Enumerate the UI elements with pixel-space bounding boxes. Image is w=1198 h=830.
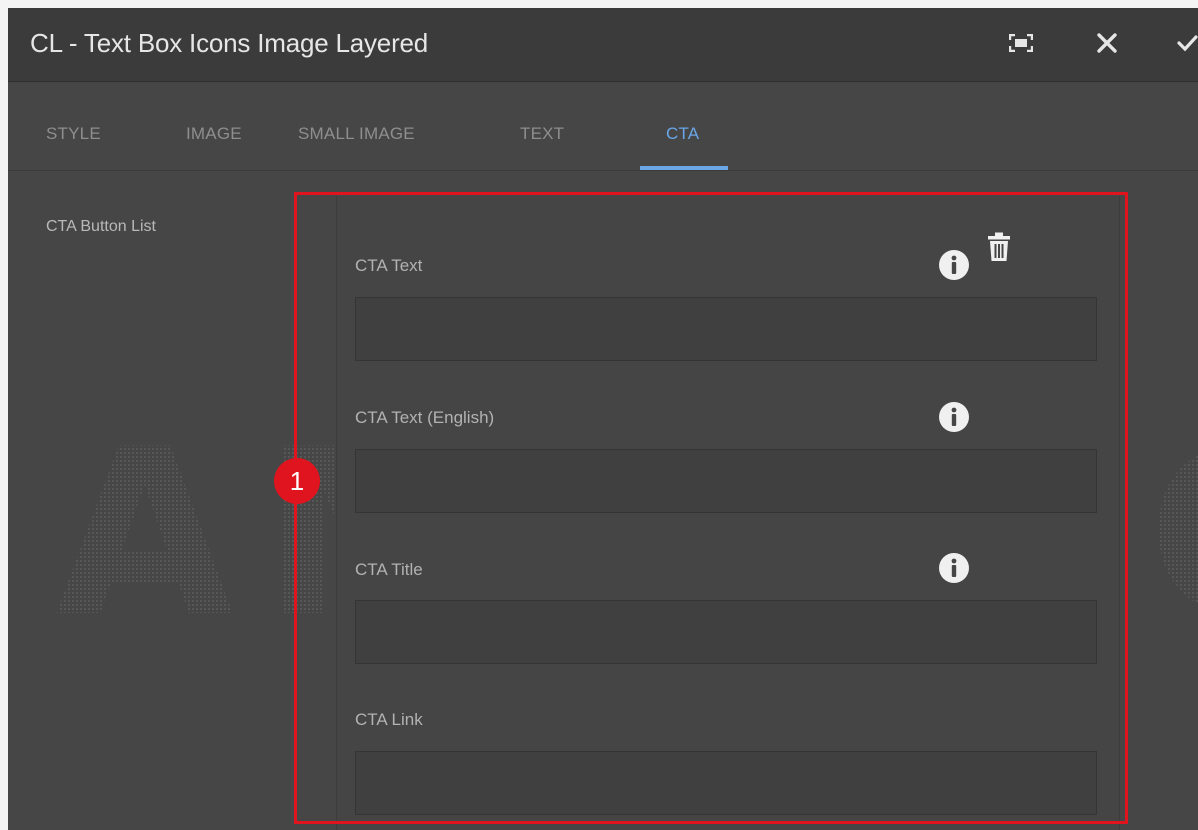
tab-small-image[interactable]: SMALL IMAGE xyxy=(298,124,415,144)
cta-button-list-label: CTA Button List xyxy=(46,218,156,235)
cta-link-input[interactable] xyxy=(355,751,1097,815)
cta-title-label: CTA Title xyxy=(355,560,423,579)
tab-image[interactable]: IMAGE xyxy=(186,124,242,144)
fullscreen-icon xyxy=(1009,34,1033,52)
close-icon xyxy=(1097,33,1117,53)
info-icon[interactable] xyxy=(938,552,970,584)
active-tab-indicator xyxy=(640,166,728,170)
cta-text-english-label: CTA Text (English) xyxy=(355,408,495,427)
tab-bar: STYLE IMAGE SMALL IMAGE TEXT CTA xyxy=(8,82,1198,171)
tab-text[interactable]: TEXT xyxy=(520,124,564,144)
tab-cta[interactable]: CTA xyxy=(666,124,699,144)
cta-text-english-input[interactable] xyxy=(355,449,1097,513)
info-icon[interactable] xyxy=(938,249,970,281)
fullscreen-button[interactable] xyxy=(1004,26,1038,60)
info-icon[interactable] xyxy=(938,401,970,433)
check-icon xyxy=(1177,35,1198,52)
annotation-badge: 1 xyxy=(274,458,320,504)
close-button[interactable] xyxy=(1090,26,1124,60)
confirm-button[interactable] xyxy=(1170,26,1198,60)
tab-style[interactable]: STYLE xyxy=(46,124,101,144)
cta-text-label: CTA Text xyxy=(355,256,423,275)
cta-title-input[interactable] xyxy=(355,600,1097,664)
cta-link-label: CTA Link xyxy=(355,710,423,729)
dialog: CL - Text Box Icons Image Layered STYLE … xyxy=(8,8,1198,830)
dialog-titlebar: CL - Text Box Icons Image Layered xyxy=(8,8,1198,82)
cta-text-input[interactable] xyxy=(355,297,1097,361)
delete-icon[interactable] xyxy=(986,232,1012,262)
cta-multifield-item xyxy=(336,196,1120,830)
dialog-title: CL - Text Box Icons Image Layered xyxy=(30,28,429,58)
